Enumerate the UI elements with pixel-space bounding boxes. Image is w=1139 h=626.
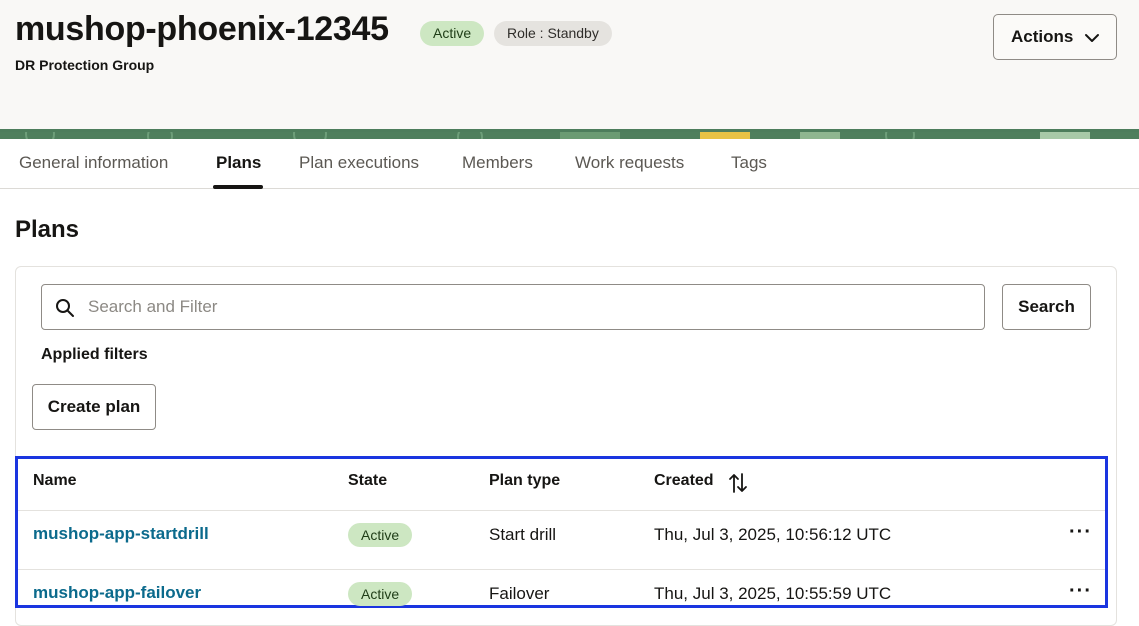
created-cell: Thu, Jul 3, 2025, 10:56:12 UTC — [654, 525, 892, 544]
sort-icon[interactable] — [728, 472, 748, 494]
table-divider — [18, 510, 1105, 511]
page-title: mushop-phoenix-12345 — [15, 10, 389, 48]
column-header-plan-type[interactable]: Plan type — [489, 472, 560, 490]
actions-button[interactable]: Actions — [993, 14, 1117, 60]
tab-members[interactable]: Members — [462, 153, 533, 173]
plan-type-cell: Failover — [489, 584, 550, 603]
page-header: mushop-phoenix-12345 Active Role : Stand… — [0, 0, 1139, 130]
tab-plan-executions[interactable]: Plan executions — [299, 153, 419, 173]
table-row-divider — [18, 569, 1105, 570]
applied-filters-label: Applied filters — [41, 346, 148, 363]
row-actions-menu-icon[interactable]: ··· — [1069, 580, 1092, 603]
state-badge: Active — [348, 523, 413, 547]
search-field[interactable] — [41, 284, 985, 330]
created-cell: Thu, Jul 3, 2025, 10:55:59 UTC — [654, 584, 892, 603]
search-input[interactable] — [88, 295, 968, 319]
search-icon — [56, 299, 74, 317]
plan-name-link[interactable]: mushop-app-startdrill — [33, 524, 209, 544]
plan-type-cell: Start drill — [489, 525, 557, 544]
search-button[interactable]: Search — [1002, 284, 1091, 330]
decorative-banner — [0, 129, 1139, 139]
status-badge: Active — [420, 21, 485, 46]
tab-general-information[interactable]: General information — [19, 153, 168, 173]
create-plan-button[interactable]: Create plan — [32, 384, 156, 430]
state-badge: Active — [348, 582, 413, 606]
tab-work-requests[interactable]: Work requests — [575, 153, 684, 173]
column-header-name[interactable]: Name — [33, 472, 77, 490]
role-badge: Role : Standby — [494, 21, 612, 46]
chevron-down-icon — [1085, 34, 1099, 42]
column-header-state[interactable]: State — [348, 472, 387, 490]
section-title: Plans — [15, 216, 80, 243]
column-header-created[interactable]: Created — [654, 472, 714, 490]
row-actions-menu-icon[interactable]: ··· — [1069, 521, 1092, 544]
tab-tags[interactable]: Tags — [731, 153, 767, 173]
actions-button-label: Actions — [1011, 27, 1074, 46]
active-tab-indicator — [213, 185, 263, 189]
tab-plans[interactable]: Plans — [216, 153, 261, 173]
plan-name-link[interactable]: mushop-app-failover — [33, 583, 201, 603]
tab-bar: General information Plans Plan execution… — [0, 139, 1139, 189]
resource-type-label: DR Protection Group — [15, 57, 155, 73]
